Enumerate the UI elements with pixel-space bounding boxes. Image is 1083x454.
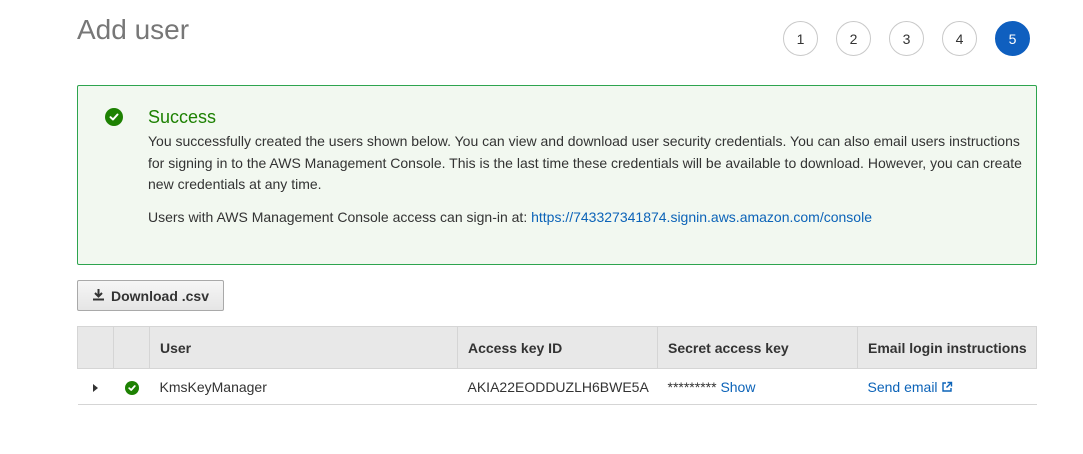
download-icon xyxy=(92,288,105,304)
users-table: User Access key ID Secret access key Ema… xyxy=(77,326,1037,405)
step-3[interactable]: 3 xyxy=(889,21,924,56)
col-email-login-instructions[interactable]: Email login instructions xyxy=(857,326,1037,369)
step-2[interactable]: 2 xyxy=(836,21,871,56)
download-csv-button[interactable]: Download .csv xyxy=(77,280,224,311)
secret-access-key-cell: ********* Show xyxy=(657,368,858,405)
col-status xyxy=(113,326,150,369)
col-user[interactable]: User xyxy=(149,326,458,369)
secret-masked-value: ********* xyxy=(667,378,717,395)
col-secret-access-key[interactable]: Secret access key xyxy=(657,326,858,369)
signin-prefix: Users with AWS Management Console access… xyxy=(148,209,532,225)
user-name-cell: KmsKeyManager xyxy=(149,368,458,405)
console-signin-link[interactable]: https://743327341874.signin.aws.amazon.c… xyxy=(531,209,872,225)
success-alert: Success You successfully created the use… xyxy=(77,85,1037,265)
external-link-icon xyxy=(941,379,953,395)
col-expand xyxy=(77,326,114,369)
table-row: KmsKeyManager AKIA22EODDUZLH6BWE5A *****… xyxy=(77,368,1037,405)
table-header-row: User Access key ID Secret access key Ema… xyxy=(77,326,1037,369)
step-4[interactable]: 4 xyxy=(942,21,977,56)
send-email-label: Send email xyxy=(867,378,938,395)
wizard-steps: 1 2 3 4 5 xyxy=(783,21,1030,56)
col-access-key-id[interactable]: Access key ID xyxy=(457,326,658,369)
row-expand-cell[interactable] xyxy=(77,368,114,405)
step-1[interactable]: 1 xyxy=(783,21,818,56)
step-5[interactable]: 5 xyxy=(995,21,1030,56)
show-secret-link[interactable]: Show xyxy=(720,379,755,395)
check-circle-icon xyxy=(124,380,139,395)
page-title: Add user xyxy=(77,14,190,45)
row-status-cell xyxy=(113,368,150,405)
check-circle-icon xyxy=(105,108,123,126)
signin-line: Users with AWS Management Console access… xyxy=(148,209,872,225)
download-csv-label: Download .csv xyxy=(110,287,210,304)
email-cell: Send email xyxy=(857,368,1037,405)
access-key-id-cell: AKIA22EODDUZLH6BWE5A xyxy=(457,368,658,405)
alert-message: You successfully created the users shown… xyxy=(148,133,1022,192)
alert-title: Success xyxy=(148,107,217,127)
caret-right-icon[interactable] xyxy=(93,383,98,392)
send-email-link[interactable]: Send email xyxy=(868,379,954,395)
